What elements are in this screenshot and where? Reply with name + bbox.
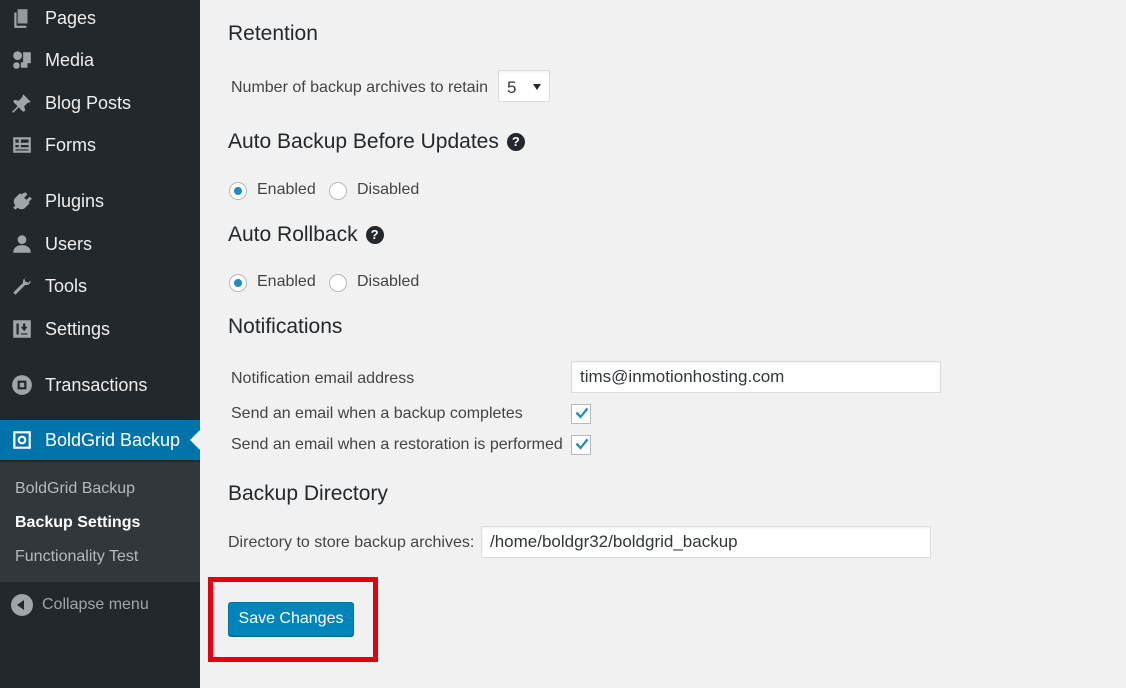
restore-checkbox[interactable]: [571, 435, 591, 455]
help-icon[interactable]: ?: [365, 226, 384, 244]
sidebar-item-label: BoldGrid Backup: [45, 429, 181, 450]
sidebar-item-settings[interactable]: Settings: [0, 309, 200, 349]
retention-label: Number of backup archives to retain: [231, 79, 489, 96]
backup-icon: [10, 428, 34, 452]
sidebar-item-label: Users: [45, 233, 93, 254]
sidebar-item-media[interactable]: Media: [0, 40, 200, 80]
sidebar-item-boldgrid-backup[interactable]: BoldGrid Backup: [0, 420, 200, 460]
auto-backup-enabled-radio[interactable]: [229, 182, 247, 200]
auto-backup-enabled-label[interactable]: Enabled: [257, 181, 316, 199]
sidebar-submenu: BoldGrid Backup Backup Settings Function…: [0, 462, 200, 582]
sidebar-item-blog-posts[interactable]: Blog Posts: [0, 83, 200, 123]
notification-email-label: Notification email address: [231, 370, 415, 387]
sidebar-item-label: Pages: [45, 7, 97, 28]
submenu-item-backup-settings[interactable]: Backup Settings: [15, 514, 140, 532]
save-changes-button[interactable]: Save Changes: [228, 602, 354, 636]
media-icon: [10, 48, 34, 72]
help-icon[interactable]: ?: [506, 133, 525, 151]
auto-rollback-title: Auto Rollback: [228, 223, 358, 246]
users-icon: [10, 232, 34, 256]
settings-icon: [10, 317, 34, 341]
transactions-icon: [10, 373, 34, 397]
restore-label: Send an email when a restoration is perf…: [231, 436, 563, 453]
sidebar-item-plugins[interactable]: Plugins: [0, 181, 200, 221]
active-arrow: [190, 430, 200, 450]
submenu-item-functionality-test[interactable]: Functionality Test: [15, 548, 138, 566]
auto-backup-title: Auto Backup Before Updates: [228, 130, 499, 153]
auto-rollback-disabled-radio[interactable]: [329, 274, 347, 292]
sidebar-item-label: Blog Posts: [45, 92, 132, 113]
sidebar-item-transactions[interactable]: Transactions: [0, 365, 200, 405]
backup-directory-label: Directory to store backup archives:: [228, 534, 475, 551]
retention-heading: Retention: [228, 22, 318, 45]
auto-backup-disabled-label[interactable]: Disabled: [357, 181, 419, 199]
main-content: Retention Number of backup archives to r…: [200, 0, 1126, 688]
wrench-icon: [10, 274, 34, 298]
plugins-icon: [10, 189, 34, 213]
sidebar-item-label: Forms: [45, 134, 96, 155]
sidebar-item-label: Tools: [45, 275, 88, 296]
submenu-item-boldgrid-backup[interactable]: BoldGrid Backup: [15, 480, 135, 498]
sidebar-item-label: Plugins: [45, 190, 105, 211]
sidebar-item-users[interactable]: Users: [0, 224, 200, 264]
auto-rollback-heading: Auto Rollback?: [228, 223, 384, 247]
collapse-menu-button[interactable]: Collapse menu: [0, 590, 200, 620]
checkmark-icon: [575, 438, 589, 450]
backup-complete-label: Send an email when a backup completes: [231, 405, 523, 422]
retention-select[interactable]: 5: [498, 70, 550, 102]
sidebar-item-pages[interactable]: Pages: [0, 0, 200, 38]
collapse-menu-label: Collapse menu: [42, 596, 149, 613]
auto-rollback-enabled-radio[interactable]: [229, 274, 247, 292]
auto-rollback-disabled-label[interactable]: Disabled: [357, 273, 419, 291]
collapse-icon: [11, 594, 33, 616]
sidebar-item-forms[interactable]: Forms: [0, 125, 200, 165]
sidebar-item-label: Media: [45, 49, 95, 70]
backup-directory-heading: Backup Directory: [228, 482, 388, 505]
auto-rollback-enabled-label[interactable]: Enabled: [257, 273, 316, 291]
auto-backup-disabled-radio[interactable]: [329, 182, 347, 200]
sidebar-item-label: Transactions: [45, 374, 148, 395]
backup-complete-checkbox[interactable]: [571, 404, 591, 424]
notifications-heading: Notifications: [228, 315, 343, 338]
auto-backup-heading: Auto Backup Before Updates?: [228, 130, 525, 154]
pin-icon: [10, 91, 34, 115]
checkmark-icon: [575, 407, 589, 419]
chevron-down-icon: [533, 84, 541, 90]
sidebar-item-label: Settings: [45, 318, 111, 339]
backup-directory-field[interactable]: [481, 526, 931, 558]
sidebar-item-tools[interactable]: Tools: [0, 266, 200, 306]
admin-sidebar: Pages Media Blog Posts Forms Plugins Use…: [0, 0, 200, 688]
notification-email-field[interactable]: [571, 361, 941, 393]
retention-select-value: 5: [507, 78, 517, 97]
forms-icon: [10, 133, 34, 157]
pages-icon: [10, 6, 34, 30]
